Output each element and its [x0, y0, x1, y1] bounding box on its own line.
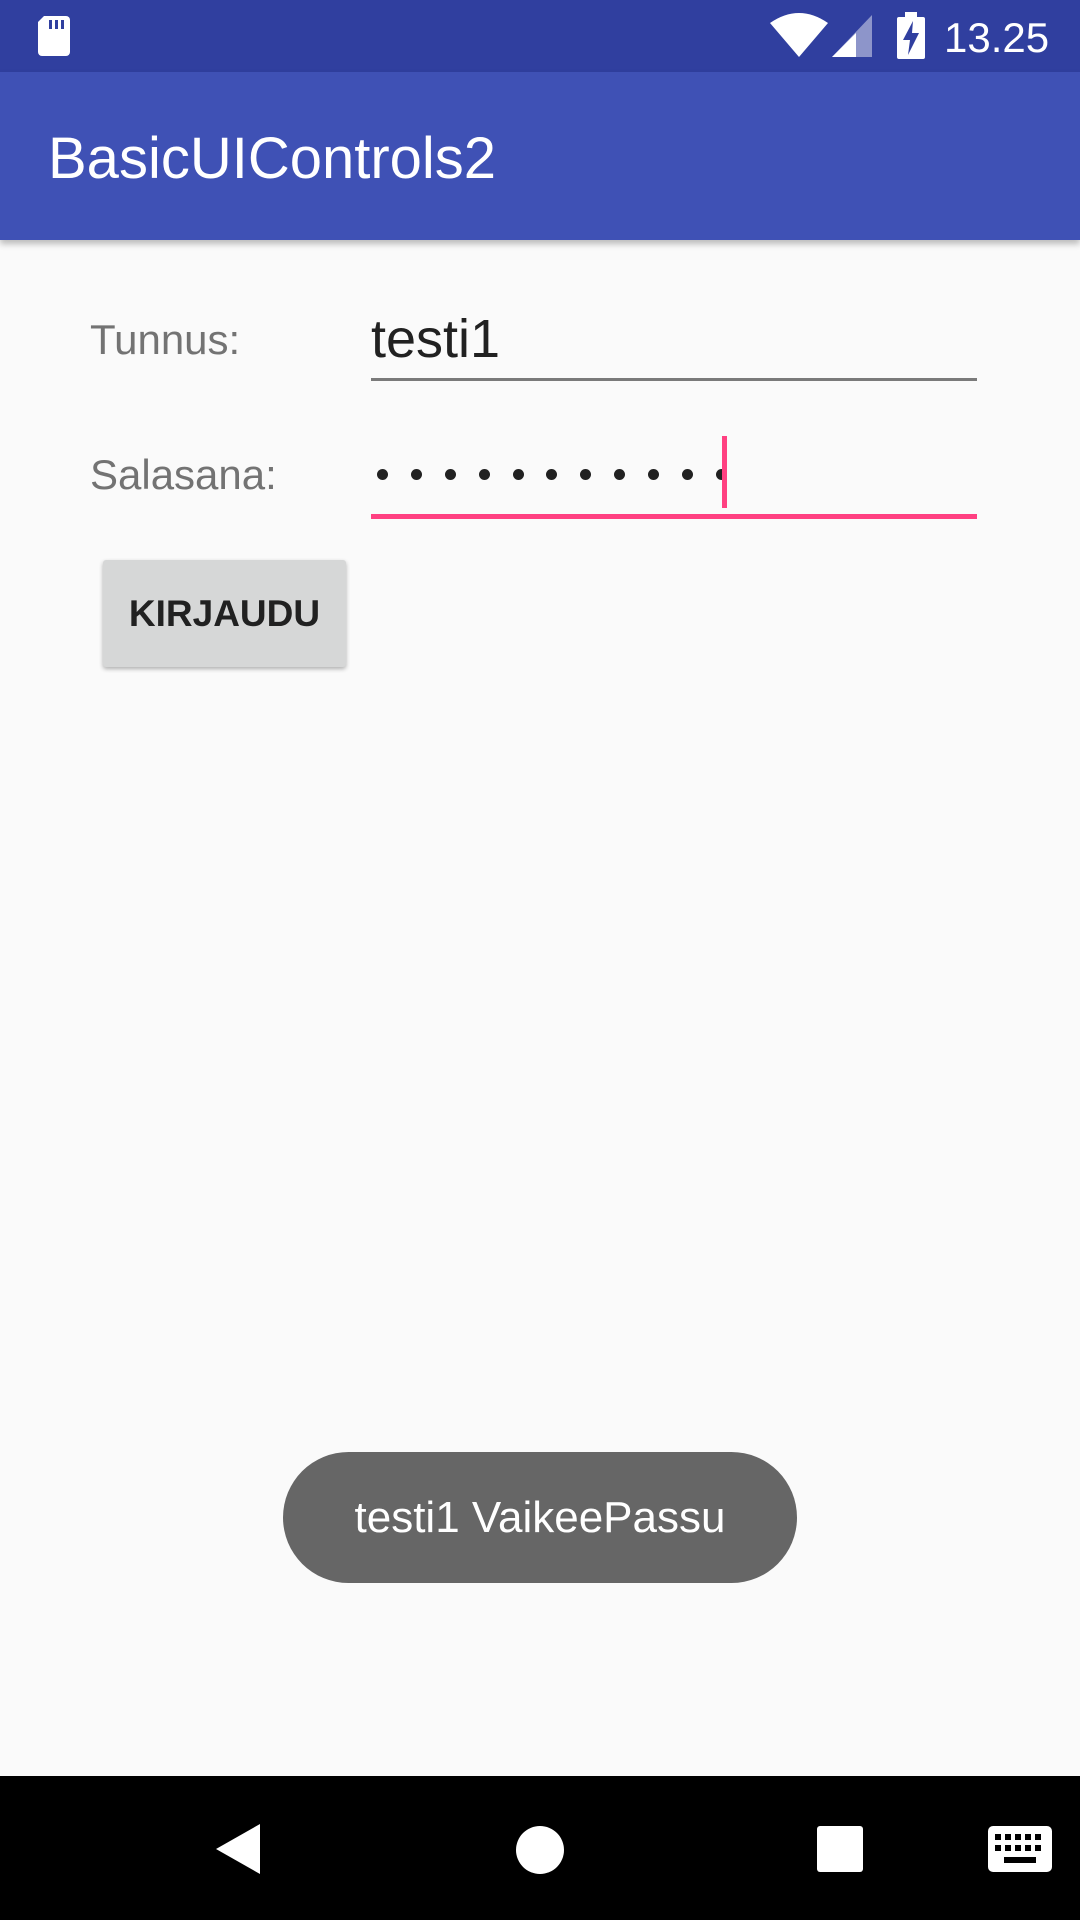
- sd-card-icon: [38, 16, 70, 56]
- text-cursor: [722, 436, 727, 508]
- home-icon[interactable]: [514, 1824, 566, 1876]
- app-bar: BasicUIControls2: [0, 72, 1080, 240]
- password-label: Salasana:: [90, 451, 277, 498]
- password-dot: [444, 468, 456, 480]
- login-button[interactable]: KIRJAUDU: [103, 560, 346, 667]
- battery-charging-icon: [897, 12, 925, 59]
- back-icon[interactable]: [214, 1822, 264, 1876]
- wifi-icon: [770, 13, 828, 57]
- signal-icon: [832, 15, 872, 57]
- password-dot: [410, 468, 422, 480]
- password-dot: [546, 468, 558, 480]
- app-title: BasicUIControls2: [48, 126, 497, 191]
- username-field[interactable]: testi1: [371, 308, 500, 370]
- status-bar: 13.25: [0, 0, 1080, 72]
- keyboard-icon[interactable]: [988, 1826, 1052, 1872]
- status-time: 13.25: [944, 14, 1050, 61]
- recents-icon[interactable]: [817, 1826, 863, 1872]
- password-dot: [377, 468, 388, 480]
- username-label: Tunnus:: [90, 316, 241, 363]
- password-dot: [580, 468, 592, 480]
- toast-message: testi1 VaikeePassu: [283, 1452, 797, 1583]
- username-underline: [371, 378, 977, 381]
- password-dot: [648, 468, 660, 480]
- password-dot: [512, 468, 524, 480]
- password-underline: [371, 514, 977, 519]
- password-dot: [614, 468, 626, 480]
- password-dot: [478, 468, 490, 480]
- password-dot: [682, 468, 694, 480]
- password-field[interactable]: [377, 454, 727, 494]
